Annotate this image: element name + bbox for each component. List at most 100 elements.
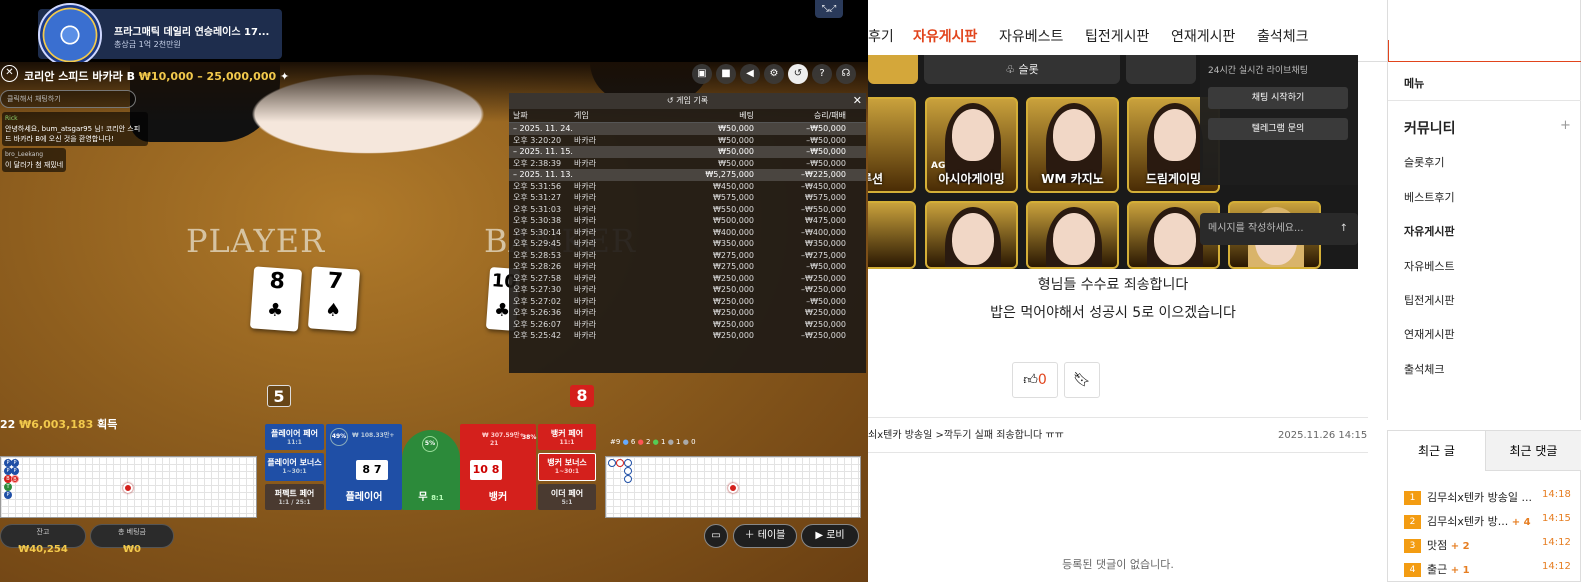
tile-face: [952, 213, 994, 265]
cell-result: –₩50,000: [806, 124, 846, 133]
history-row: 오후 5:31:27 바카라 ₩575,000 ₩575,000: [509, 192, 866, 204]
casino-tile[interactable]: [868, 201, 916, 269]
history-date-row[interactable]: – 2025. 11. 24. ₩50,000 –₩50,000: [509, 123, 866, 135]
cell-result: –₩275,000: [801, 250, 846, 260]
bet-odds: 5:1: [561, 499, 573, 506]
history-date-row[interactable]: – 2025. 11. 13. ₩5,275,000 –₩225,000: [509, 169, 866, 181]
banker-pair-bet[interactable]: 뱅커 페어 11:1: [538, 424, 596, 450]
sidebar-item[interactable]: 출석체크: [1404, 361, 1444, 377]
nav-item[interactable]: 자유베스트: [999, 26, 1063, 46]
telegram-button[interactable]: 텔레그램 문의: [1208, 118, 1348, 140]
player-bonus-bet[interactable]: 플레이어 보너스 1~30:1: [265, 453, 324, 481]
casino-tile[interactable]: AG 아시아게이밍: [925, 97, 1018, 193]
nav-item[interactable]: 팁전게시판: [1085, 26, 1149, 46]
big-road: [605, 456, 861, 518]
casino-tile[interactable]: 루션: [868, 97, 916, 193]
history-date-row[interactable]: – 2025. 11. 15. ₩50,000 –₩50,000: [509, 146, 866, 158]
settings-icon[interactable]: ⚙: [764, 64, 784, 84]
history-row: 오후 5:31:03 바카라 ₩550,000 –₩550,000: [509, 204, 866, 216]
no-comments: 등록된 댓글이 없습니다.: [1062, 558, 1174, 571]
history-row: 오후 5:25:42 바카라 ₩250,000 –₩250,000: [509, 330, 866, 342]
collapse-icon[interactable]: ⤡⤢: [815, 0, 843, 18]
recent-time: 14:15: [1542, 513, 1571, 524]
road-cursor-icon: [728, 483, 738, 493]
close-icon[interactable]: ✕: [853, 93, 862, 109]
tab-recent-comments[interactable]: 최근 댓글: [1485, 431, 1581, 471]
game-title: 코리안 스피드 바카라 B ₩10,000 – 25,000,000 ✦: [24, 68, 289, 84]
sidebar-item[interactable]: 연재게시판: [1404, 326, 1455, 342]
banker-percent: 38%: [522, 434, 537, 441]
pin-icon[interactable]: ✦: [280, 70, 289, 83]
banker-bet[interactable]: ₩ 307.59만+ 38% 21 10 8 뱅커: [460, 424, 536, 510]
tab-recent-posts[interactable]: 최근 글: [1388, 431, 1485, 471]
bead-player: P: [11, 467, 19, 475]
tile-face: [952, 109, 994, 161]
sidebar-item-active[interactable]: 자유게시판: [1404, 223, 1455, 239]
chat-subtitle: 24시간 실시간 라이브채팅: [1208, 66, 1308, 76]
promo-banner[interactable]: 프라그매틱 데일리 연승레이스 17... 총상금 1억 2천만원: [38, 3, 282, 67]
nav-item[interactable]: 연재게시판: [1171, 26, 1235, 46]
banker-mini-cards: 10 8: [470, 460, 502, 480]
like-button[interactable]: 👍︎0: [1012, 362, 1058, 398]
casino-tile[interactable]: [925, 201, 1018, 269]
sound-icon[interactable]: ◀: [740, 64, 760, 84]
recent-item[interactable]: 4 출근 + 1 14:12: [1404, 561, 1571, 577]
plus-icon[interactable]: +: [1560, 118, 1571, 133]
support-icon[interactable]: ☊: [836, 64, 856, 84]
cell-date: 오후 5:27:02: [513, 296, 562, 306]
recent-item[interactable]: 3 맛점 + 2 14:12: [1404, 537, 1571, 553]
tile-face: [1053, 213, 1095, 265]
sidebar-item[interactable]: 슬롯후기: [1404, 154, 1444, 170]
sidebar-item[interactable]: 자유베스트: [1404, 258, 1455, 274]
banker-count: 21: [490, 440, 499, 447]
prev-post-row[interactable]: 쇠x텐카 방송일 >깍두기 실패 죄송합니다 ㅠㅠ 2025.11.26 14:…: [868, 417, 1368, 453]
stat-tie: 1: [661, 438, 666, 446]
cell-date: 오후 5:28:26: [513, 262, 562, 271]
recent-item[interactable]: 1 김무쇠x텐카 방송일 ... 14:18: [1404, 489, 1571, 505]
start-chat-button[interactable]: 채팅 시작하기: [1208, 87, 1348, 109]
help-icon[interactable]: ?: [812, 64, 832, 84]
casino-tile[interactable]: [1026, 201, 1119, 269]
send-icon[interactable]: ↑: [1340, 213, 1348, 245]
banner-tab-slot[interactable]: ♧ 슬롯: [924, 55, 1120, 84]
cell-bet: ₩250,000: [713, 308, 754, 317]
history-icon[interactable]: ↺: [788, 64, 808, 84]
cell-result: –₩50,000: [806, 135, 846, 145]
close-icon[interactable]: ✕: [1, 65, 18, 82]
perfect-pair-bet[interactable]: 퍼펙트 페어 1:1 / 25:1: [265, 484, 324, 510]
player-bet[interactable]: 49% ₩ 108.33만+ 8 7 플레이어: [326, 424, 402, 510]
recent-title: 김무쇠x텐카 방...: [1427, 515, 1509, 528]
sidebar-item[interactable]: 베스트후기: [1404, 189, 1455, 205]
cell-bet: ₩550,000: [713, 204, 754, 214]
nav-item[interactable]: 후기: [868, 26, 894, 46]
nav-item[interactable]: 출석체크: [1257, 26, 1309, 46]
cell-bet: ₩250,000: [713, 285, 754, 294]
chat-input[interactable]: 클릭해서 채팅하기: [0, 90, 136, 108]
sidebar-item[interactable]: 팁전게시판: [1404, 292, 1455, 308]
cell-date: 오후 3:20:20: [513, 135, 562, 145]
history-row: 오후 5:26:36 바카라 ₩250,000 ₩250,000: [509, 307, 866, 319]
col-bet: 베팅: [739, 111, 754, 120]
recent-time: 14:12: [1542, 537, 1571, 548]
cell-game: [574, 123, 644, 135]
bookmark-button[interactable]: 🔖︎: [1064, 362, 1100, 398]
banner-tab[interactable]: [868, 55, 918, 84]
nav-item-active[interactable]: 자유게시판: [913, 26, 977, 46]
player-pair-bet[interactable]: 플레이어 페어 11:1: [265, 424, 324, 450]
recent-item[interactable]: 2 김무쇠x텐카 방... + 4 14:15: [1404, 513, 1571, 529]
chat-icon[interactable]: ▣: [692, 64, 712, 84]
either-pair-bet[interactable]: 이더 페어 5:1: [538, 484, 596, 510]
cell-game: 바카라: [574, 227, 597, 237]
cell-game: 바카라: [574, 158, 597, 168]
game-menu-icon[interactable]: ▭: [704, 524, 728, 548]
banner-tab[interactable]: [1126, 55, 1196, 84]
cell-game: 바카라: [574, 250, 597, 260]
video-icon[interactable]: ■: [716, 64, 736, 84]
casino-tile[interactable]: WM 카지노: [1026, 97, 1119, 193]
chat-message-input[interactable]: 메시지를 작성하세요... ↑: [1200, 213, 1358, 245]
lobby-button[interactable]: ▶ 로비: [801, 524, 859, 548]
table-button[interactable]: ＋ 테이블: [733, 524, 797, 548]
history-row: 오후 5:27:02 바카라 ₩250,000 –₩50,000: [509, 296, 866, 308]
tie-bet[interactable]: 5% 무 8:1: [402, 430, 460, 510]
banker-bonus-bet[interactable]: 뱅커 보너스 1~30:1: [538, 453, 596, 481]
